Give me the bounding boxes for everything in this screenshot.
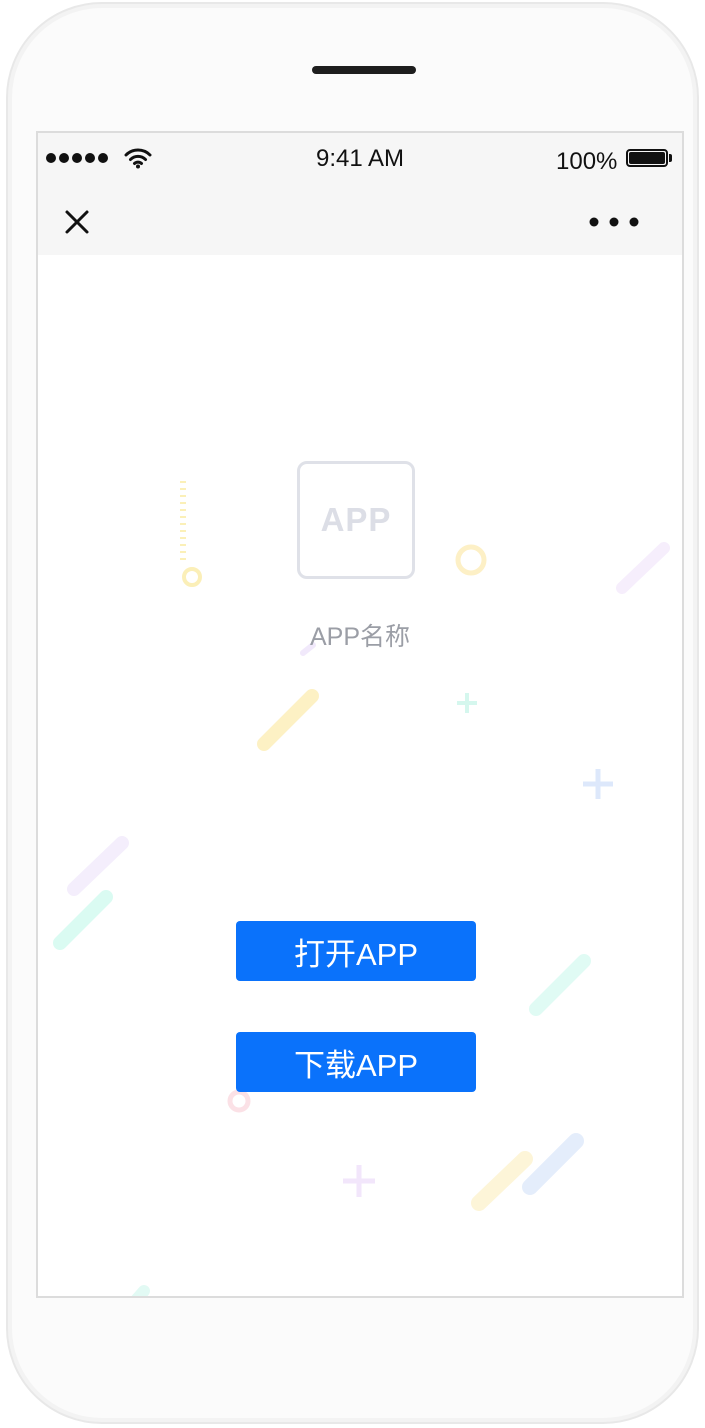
app-icon: APP xyxy=(297,461,415,579)
battery-percent: 100% xyxy=(556,148,618,175)
battery-icon xyxy=(626,149,668,167)
screen: 9:41 AM 100% APP APP名称 打开APP 下载APP xyxy=(36,131,684,1298)
more-dots-icon[interactable] xyxy=(586,209,642,235)
download-app-button[interactable]: 下载APP xyxy=(236,1032,476,1092)
landing-content: APP APP名称 打开APP 下载APP xyxy=(38,255,682,1296)
app-name: APP名称 xyxy=(309,623,411,651)
close-icon[interactable] xyxy=(58,203,96,241)
battery-tip xyxy=(669,154,672,162)
phone-frame: 9:41 AM 100% APP APP名称 打开APP 下载APP xyxy=(6,2,699,1424)
decorative-background xyxy=(53,481,670,1296)
app-icon-label: APP xyxy=(320,501,392,538)
open-app-button[interactable]: 打开APP xyxy=(236,921,476,981)
status-bar: 9:41 AM 100% xyxy=(38,133,682,183)
phone-speaker xyxy=(312,66,416,74)
nav-bar xyxy=(38,183,682,255)
